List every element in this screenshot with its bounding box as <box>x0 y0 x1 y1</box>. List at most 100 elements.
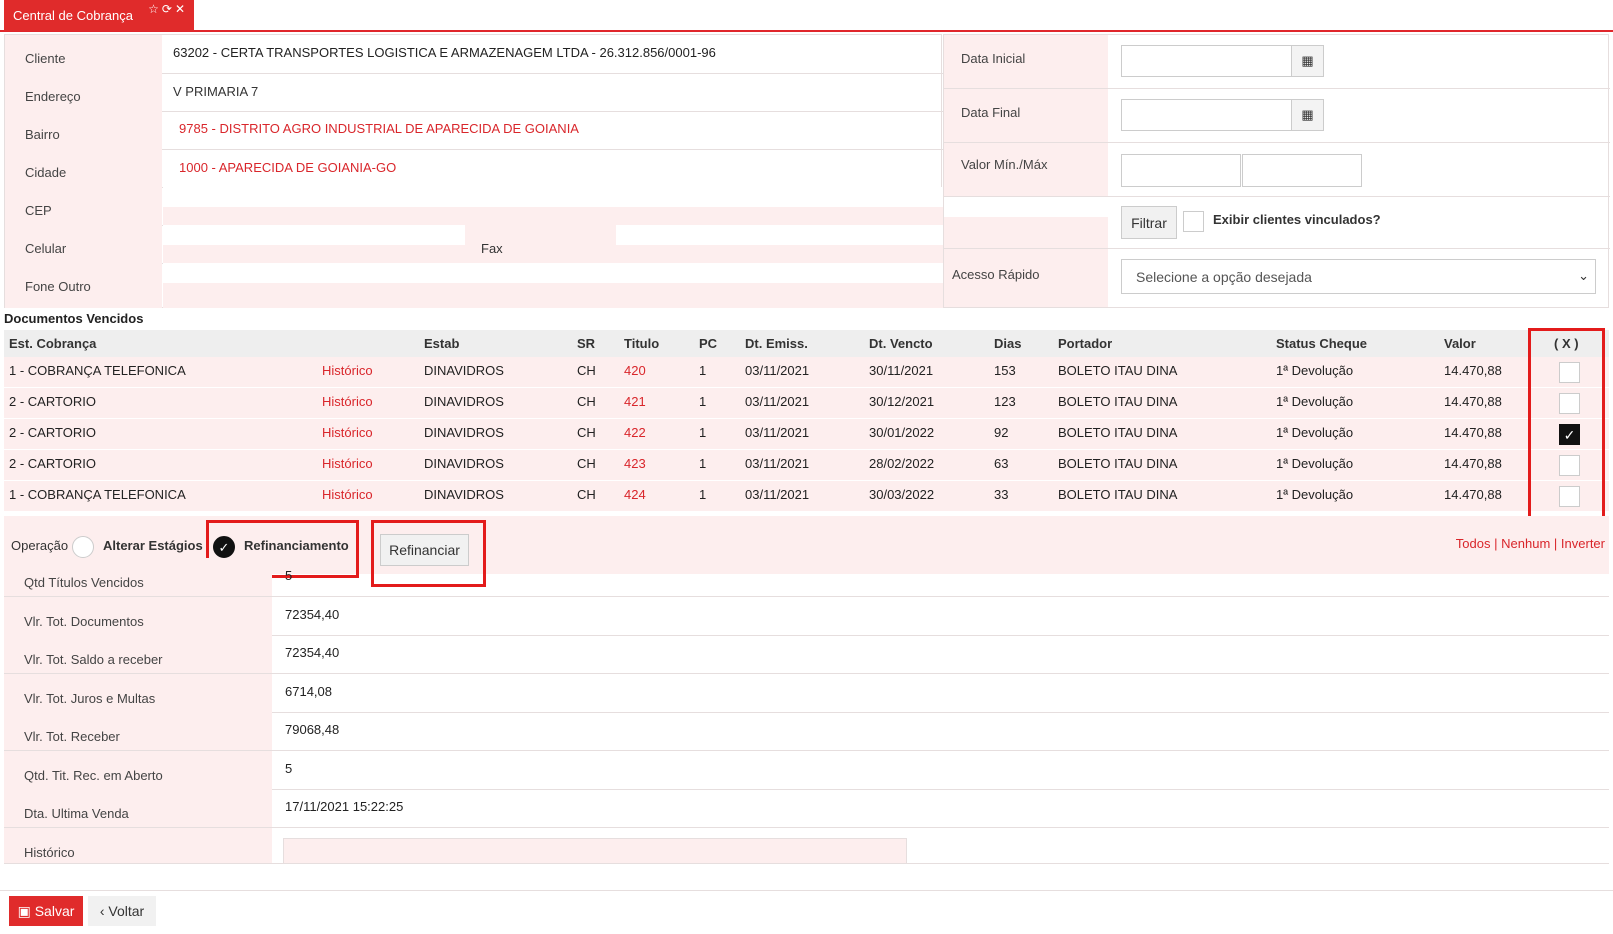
historico-link[interactable]: Histórico <box>322 388 373 418</box>
invert-link[interactable]: Inverter <box>1561 536 1605 551</box>
totals-row: Vlr. Tot. Juros e Multas 6714,08 <box>4 673 1609 713</box>
footer: ▣ Salvar ‹ Voltar <box>0 890 1613 934</box>
col-est-cobranca[interactable]: Est. Cobrança <box>9 330 96 357</box>
historico-input[interactable] <box>283 837 907 864</box>
estab-cell: DINAVIDROS <box>424 456 504 471</box>
est-cobranca-cell: 1 - COBRANÇA TELEFONICA <box>9 487 186 502</box>
titulo-link[interactable]: 423 <box>624 450 646 480</box>
portador-cell: BOLETO ITAU DINA <box>1058 456 1178 471</box>
col-dt-emiss[interactable]: Dt. Emiss. <box>745 330 808 357</box>
dt-vencto-cell: 30/12/2021 <box>869 394 935 409</box>
historico-link[interactable]: Histórico <box>322 419 373 449</box>
documents-title: Documentos Vencidos <box>4 311 144 326</box>
linked-clients-checkbox[interactable] <box>1183 211 1204 232</box>
fax-value <box>616 225 943 264</box>
historico-link[interactable]: Histórico <box>322 357 373 387</box>
table-row[interactable]: 1 - COBRANÇA TELEFONICA Histórico DINAVIDR… <box>4 357 1609 388</box>
col-dt-vencto[interactable]: Dt. Vencto <box>869 330 933 357</box>
back-button[interactable]: ‹ Voltar <box>88 896 156 926</box>
table-header: Est. Cobrança Estab SR Titulo PC Dt. Emi… <box>4 330 1609 357</box>
col-valor[interactable]: Valor <box>1444 330 1476 357</box>
refresh-icon[interactable]: ⟳ <box>162 2 175 16</box>
table-row[interactable]: 2 - CARTORIO Histórico DINAVIDROS CH 421 1 03/… <box>4 388 1609 419</box>
valor-min-input[interactable] <box>1121 154 1241 187</box>
dt-emiss-cell: 03/11/2021 <box>745 363 810 378</box>
filter-panel: Data Inicial ▦ Data Final ▦ Valor Mín./M… <box>943 34 1610 308</box>
save-button[interactable]: ▣ Salvar <box>9 896 83 926</box>
status-cheque-cell: 1ª Devolução <box>1276 425 1354 440</box>
historico-textarea[interactable] <box>273 828 1609 864</box>
col-dias[interactable]: Dias <box>994 330 1021 357</box>
col-pc[interactable]: PC <box>699 330 717 357</box>
col-status-cheque[interactable]: Status Cheque <box>1276 330 1367 357</box>
titulo-link[interactable]: 420 <box>624 357 646 387</box>
pc-cell: 1 <box>699 394 707 409</box>
valor-label: Valor Mín./Máx <box>944 143 1108 196</box>
titulo-link[interactable]: 424 <box>624 481 646 511</box>
address-label: Endereço <box>5 73 162 112</box>
data-inicial-input[interactable] <box>1121 45 1292 77</box>
col-estab[interactable]: Estab <box>424 330 459 357</box>
totals-value: 17/11/2021 15:22:25 <box>285 799 404 814</box>
cidade-value[interactable]: 1000 - APARECIDA DE GOIANIA-GO <box>163 149 943 188</box>
col-titulo[interactable]: Titulo <box>624 330 659 357</box>
totals-label: Vlr. Tot. Saldo a receber <box>4 635 272 673</box>
dt-vencto-cell: 30/11/2021 <box>869 363 934 378</box>
acesso-rapido-select[interactable]: Selecione a opção desejada ⌄ <box>1121 259 1596 294</box>
valor-row: Valor Mín./Máx <box>944 143 1610 197</box>
address-row: Endereço V PRIMARIA 7 <box>5 73 943 112</box>
sr-cell: CH <box>577 456 596 471</box>
chevron-down-icon: ⌄ <box>1578 268 1589 283</box>
celular-label: Celular <box>5 225 162 264</box>
filtrar-button[interactable]: Filtrar <box>1121 206 1177 239</box>
dt-vencto-cell: 30/03/2022 <box>869 487 935 502</box>
pc-cell: 1 <box>699 425 707 440</box>
totals-value: 72354,40 <box>285 645 340 660</box>
col-portador[interactable]: Portador <box>1058 330 1112 357</box>
valor-cell: 14.470,88 <box>1444 394 1502 409</box>
col-sr[interactable]: SR <box>577 330 595 357</box>
est-cobranca-cell: 2 - CARTORIO <box>9 425 96 440</box>
dt-vencto-cell: 30/01/2022 <box>869 425 935 440</box>
tab-central-cobranca[interactable]: Central de Cobrança ☆⟳✕ <box>4 0 194 31</box>
historico-link[interactable]: Histórico <box>322 481 373 511</box>
pc-cell: 1 <box>699 456 707 471</box>
titulo-link[interactable]: 421 <box>624 388 646 418</box>
bairro-row: Bairro 9785 - DISTRITO AGRO INDUSTRIAL D… <box>5 111 943 150</box>
selection-links: Todos | Nenhum | Inverter <box>1456 536 1605 551</box>
back-label: Voltar <box>108 903 145 919</box>
dias-cell: 63 <box>994 456 1009 471</box>
table-row[interactable]: 1 - COBRANÇA TELEFONICA Histórico DINAVIDR… <box>4 481 1609 512</box>
pc-cell: 1 <box>699 363 707 378</box>
select-none-link[interactable]: Nenhum <box>1501 536 1550 551</box>
bairro-value[interactable]: 9785 - DISTRITO AGRO INDUSTRIAL DE APARE… <box>163 111 943 150</box>
bairro-label: Bairro <box>5 111 162 150</box>
client-value: 63202 - CERTA TRANSPORTES LOGISTICA E AR… <box>173 45 716 60</box>
acesso-rapido-value: Selecione a opção desejada <box>1136 269 1312 285</box>
estab-cell: DINAVIDROS <box>424 425 504 440</box>
totals-label: Qtd. Tit. Rec. em Aberto <box>4 750 272 789</box>
dias-cell: 123 <box>994 394 1016 409</box>
radio-alterar-estagios[interactable] <box>72 536 94 558</box>
sr-cell: CH <box>577 363 596 378</box>
valor-max-input[interactable] <box>1242 154 1362 187</box>
close-icon[interactable]: ✕ <box>175 2 188 16</box>
titulo-link[interactable]: 422 <box>624 419 646 449</box>
valor-cell: 14.470,88 <box>1444 487 1502 502</box>
select-column-highlight <box>1528 328 1605 519</box>
table-row[interactable]: 2 - CARTORIO Histórico DINAVIDROS CH 423 1 03/… <box>4 450 1609 481</box>
calendar-icon[interactable]: ▦ <box>1291 99 1324 131</box>
data-final-input[interactable] <box>1121 99 1292 131</box>
historico-link[interactable]: Histórico <box>322 450 373 480</box>
client-row: Cliente 63202 - CERTA TRANSPORTES LOGIST… <box>5 35 943 74</box>
status-cheque-cell: 1ª Devolução <box>1276 363 1354 378</box>
calendar-icon[interactable]: ▦ <box>1291 45 1324 77</box>
portador-cell: BOLETO ITAU DINA <box>1058 394 1178 409</box>
dt-emiss-cell: 03/11/2021 <box>745 394 810 409</box>
est-cobranca-cell: 1 - COBRANÇA TELEFONICA <box>9 363 186 378</box>
dt-emiss-cell: 03/11/2021 <box>745 456 810 471</box>
est-cobranca-cell: 2 - CARTORIO <box>9 456 96 471</box>
table-row[interactable]: 2 - CARTORIO Histórico DINAVIDROS CH 422 1 03/… <box>4 419 1609 450</box>
select-all-link[interactable]: Todos <box>1456 536 1491 551</box>
star-icon[interactable]: ☆ <box>148 2 162 16</box>
